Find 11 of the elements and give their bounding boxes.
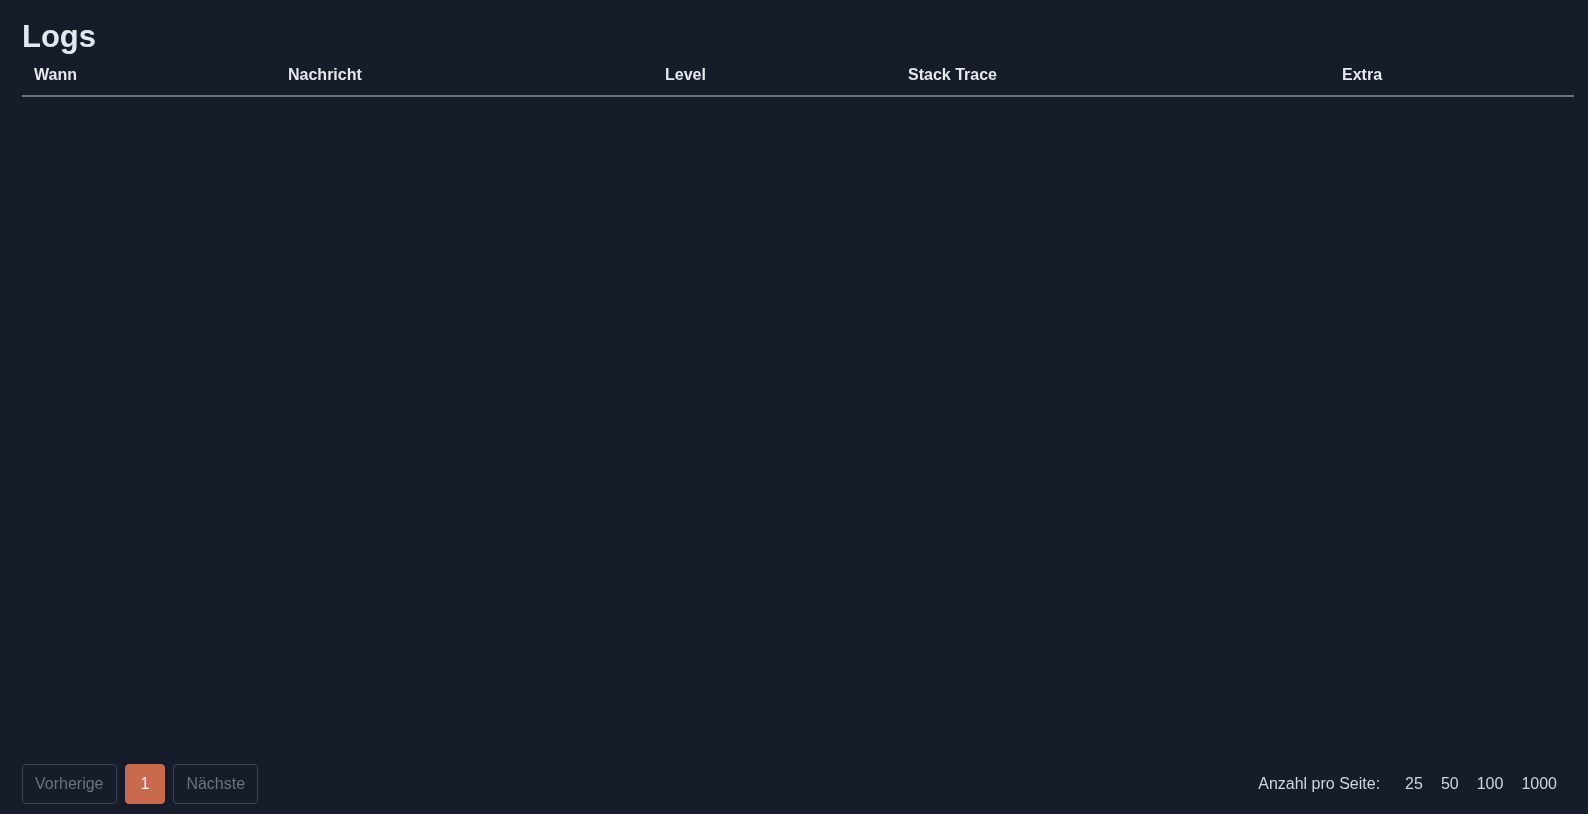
page-size-option[interactable]: 1000 xyxy=(1512,774,1566,794)
page-size-label: Anzahl pro Seite: xyxy=(1258,774,1381,794)
column-header: Extra xyxy=(1341,65,1384,85)
column-header: Nachricht xyxy=(287,65,363,85)
page-title: Logs xyxy=(22,19,97,55)
column-header: Wann xyxy=(33,65,78,85)
page-size-option[interactable]: 25 xyxy=(1396,774,1432,794)
column-header: Stack Trace xyxy=(907,65,998,85)
page-size-option[interactable]: 50 xyxy=(1431,774,1468,794)
column-header: Level xyxy=(664,65,707,85)
page-size-option[interactable]: 100 xyxy=(1467,774,1513,794)
